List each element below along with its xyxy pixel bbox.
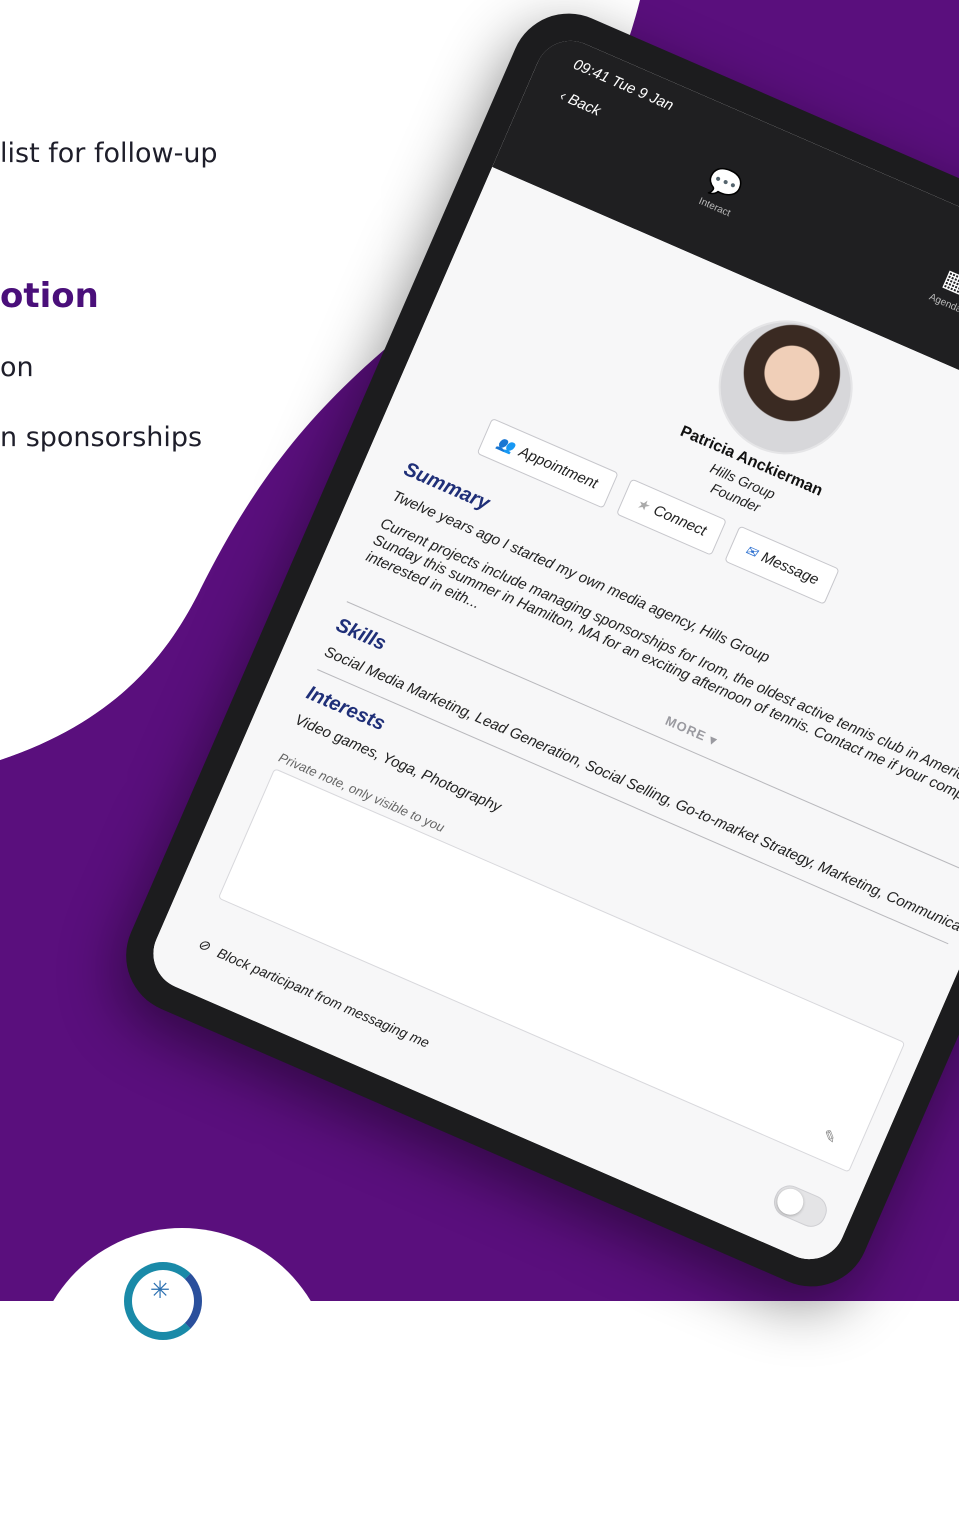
block-participant-toggle[interactable] <box>769 1180 832 1232</box>
marketing-line-sponsorships: n sponsorships <box>0 422 203 453</box>
status-time: 09:41 <box>570 55 613 87</box>
star-icon: ★ <box>634 494 653 515</box>
envelope-icon: ✉ <box>742 541 760 561</box>
back-label: Back <box>565 90 604 120</box>
marketing-heading: otion <box>0 276 99 316</box>
more-label: MORE <box>663 712 709 744</box>
pencil-icon: ✎ <box>819 1127 839 1149</box>
block-icon: ⊘ <box>195 934 213 955</box>
message-label: Message <box>758 548 822 589</box>
marketing-line-followup: list for follow-up <box>0 138 218 169</box>
status-date: Tue 9 Jan <box>609 72 677 115</box>
marketing-line-on: on <box>0 352 34 383</box>
calendar-icon: ▦ <box>939 264 959 299</box>
back-button[interactable]: ‹ Back <box>557 87 603 120</box>
people-icon: 👥 <box>495 433 518 456</box>
appointment-button[interactable]: 👥 Appointment <box>476 417 619 509</box>
more-button[interactable]: MORE ▾ <box>663 713 720 750</box>
chevron-down-icon: ▾ <box>706 731 720 749</box>
nav-interact[interactable]: 💬 Interact <box>676 153 769 229</box>
nav-agenda[interactable]: ▦ Agenda <box>906 252 959 324</box>
connect-label: Connect <box>650 501 709 540</box>
appointment-label: Appointment <box>516 443 601 493</box>
